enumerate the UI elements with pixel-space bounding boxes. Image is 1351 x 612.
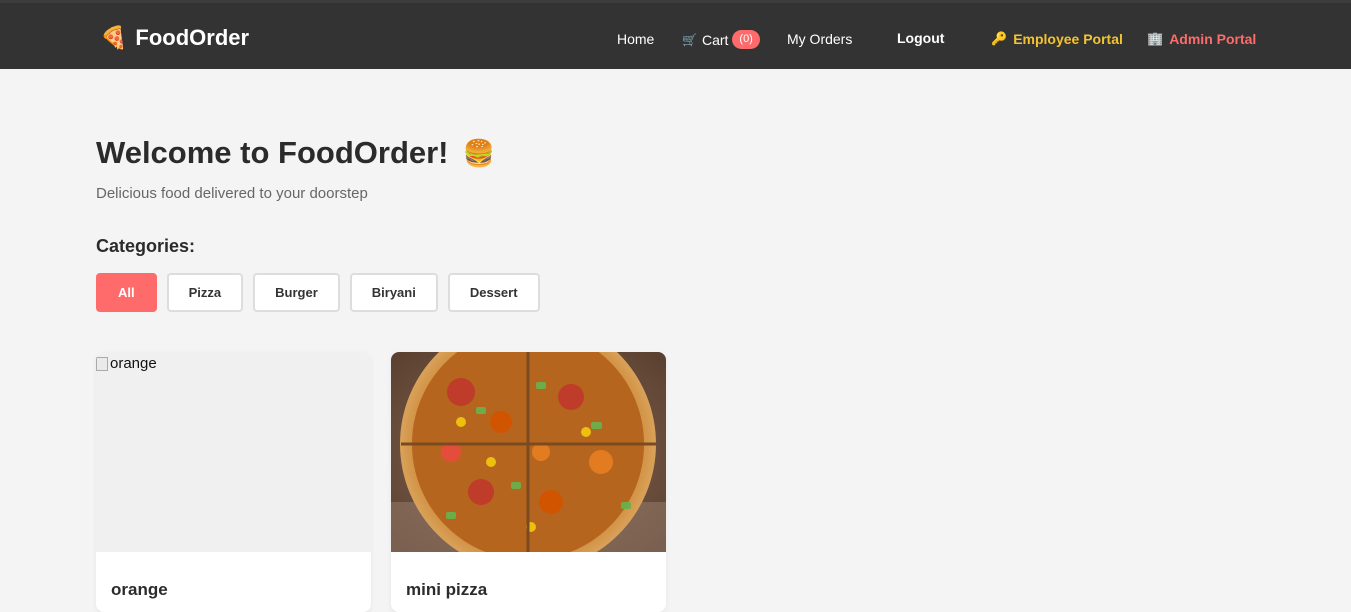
cart-count-badge: (0) [732,30,760,49]
image-alt-text: orange [110,355,157,372]
product-card[interactable]: mini pizza [391,352,666,612]
logout-button[interactable]: Logout [897,30,944,46]
product-name: orange [111,580,168,599]
category-burger-button[interactable]: Burger [253,273,340,312]
category-all-button[interactable]: All [96,273,157,312]
navbar: 🍕 FoodOrder Home 🛒 Cart (0) My Orders Lo… [0,0,1351,69]
product-name: mini pizza [406,580,488,599]
category-filter-bar: All Pizza Burger Biryani Dessert [96,273,540,312]
page-title: Welcome to FoodOrder! 🍔 [96,135,495,171]
cart-icon: 🛒 [682,32,697,47]
admin-portal-label: Admin Portal [1169,31,1257,47]
pizza-icon: 🍕 [100,25,128,50]
burger-icon: 🍔 [462,137,495,168]
category-biryani-button[interactable]: Biryani [349,273,438,312]
product-image: orange [96,352,371,552]
key-icon: 🔑 [991,31,1008,46]
category-dessert-button[interactable]: Dessert [447,273,540,312]
page-title-text: Welcome to FoodOrder! [96,135,449,170]
broken-image-icon [96,356,108,371]
employee-portal-label: Employee Portal [1013,31,1123,47]
pizza-image [391,352,666,572]
nav-cart-link[interactable]: 🛒 Cart (0) [682,30,760,49]
nav-cart-label: Cart [701,31,729,48]
nav-home-link[interactable]: Home [617,31,654,47]
nav-my-orders-link[interactable]: My Orders [787,31,852,47]
building-icon: 🏢 [1147,31,1164,46]
brand-name: FoodOrder [135,25,250,50]
brand-logo[interactable]: 🍕 FoodOrder [100,25,249,51]
broken-image-alt: orange [96,355,157,372]
admin-portal-link[interactable]: 🏢 Admin Portal [1147,31,1256,47]
category-pizza-button[interactable]: Pizza [166,273,244,312]
page-subtitle: Delicious food delivered to your doorste… [96,185,368,202]
product-image [391,352,666,572]
categories-heading: Categories: [96,236,196,256]
product-card[interactable]: orange orange [96,352,371,612]
employee-portal-link[interactable]: 🔑 Employee Portal [991,31,1123,47]
